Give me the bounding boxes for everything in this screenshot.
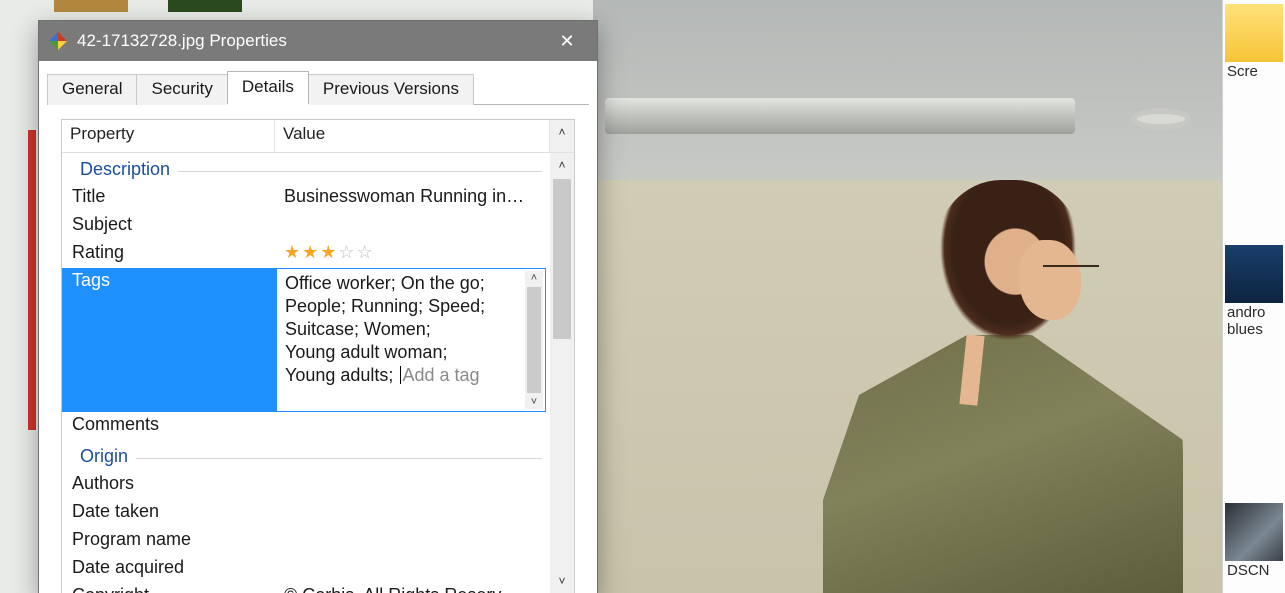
folder-thumbnail[interactable] [1225, 4, 1283, 62]
chevron-down-icon: ˅ [558, 574, 565, 588]
chevron-down-icon: ˅ [525, 395, 543, 409]
explorer-thumbnail[interactable] [168, 0, 242, 12]
section-label: Description [80, 159, 170, 180]
property-value[interactable] [276, 527, 550, 555]
explorer-right-panel: Scre andro blues DSCN [1222, 0, 1285, 593]
tags-scrollbar[interactable]: ˄ ˅ [525, 271, 543, 409]
row-copyright[interactable]: Copyright © Corbis. All Rights Reserv… [62, 583, 550, 593]
section-label: Origin [80, 446, 128, 467]
section-description: Description [62, 153, 550, 184]
property-label: Subject [62, 212, 276, 240]
column-header-property[interactable]: Property [62, 120, 275, 152]
explorer-thumbnail-row [54, 0, 314, 18]
left-window-edge [28, 130, 36, 430]
tags-placeholder: Add a tag [402, 365, 479, 385]
titlebar[interactable]: 42-17132728.jpg Properties ✕ [39, 21, 597, 61]
details-grid: Property Value ˄ ˄ ˅ Description [61, 119, 575, 593]
tags-scroll-thumb[interactable] [527, 287, 541, 393]
property-label: Rating [62, 240, 276, 268]
row-subject[interactable]: Subject [62, 212, 550, 240]
window-title: 42-17132728.jpg Properties [77, 31, 545, 51]
section-origin: Origin [62, 440, 550, 471]
row-program-name[interactable]: Program name [62, 527, 550, 555]
grid-scrollbar[interactable]: ˄ ˅ [550, 153, 574, 593]
row-date-acquired[interactable]: Date acquired [62, 555, 550, 583]
thumbnail-label: Scre [1227, 64, 1285, 81]
close-icon: ✕ [559, 31, 574, 52]
chevron-up-icon: ˄ [525, 271, 543, 285]
tab-details[interactable]: Details [227, 71, 309, 104]
photo-preview [593, 0, 1223, 593]
property-label: Authors [62, 471, 276, 499]
property-label: Copyright [62, 583, 276, 593]
chevron-up-icon: ˄ [558, 125, 565, 139]
scroll-thumb[interactable] [553, 179, 571, 339]
chevron-up-icon: ˄ [558, 158, 565, 172]
property-label: Title [62, 184, 276, 212]
thumbnail-label: andro blues [1227, 305, 1285, 338]
image-thumbnail[interactable] [1225, 503, 1283, 561]
property-value[interactable] [276, 499, 550, 527]
tabstrip: General Security Details Previous Versio… [39, 61, 597, 104]
image-thumbnail[interactable] [1225, 245, 1283, 303]
property-value[interactable] [276, 412, 550, 440]
section-divider [136, 458, 542, 459]
row-authors[interactable]: Authors [62, 471, 550, 499]
row-comments[interactable]: Comments [62, 412, 550, 440]
rating-stars[interactable]: ★★★☆☆ [276, 240, 550, 268]
section-divider [178, 171, 542, 172]
property-value[interactable] [276, 212, 550, 240]
property-value[interactable]: © Corbis. All Rights Reserv… [276, 583, 550, 593]
column-header-value[interactable]: Value [275, 120, 550, 152]
close-button[interactable]: ✕ [545, 21, 589, 61]
tab-general[interactable]: General [47, 74, 137, 105]
property-label: Comments [62, 412, 276, 440]
row-date-taken[interactable]: Date taken [62, 499, 550, 527]
tab-previous-versions[interactable]: Previous Versions [308, 74, 474, 105]
scroll-up-button[interactable]: ˄ [550, 153, 574, 177]
row-rating[interactable]: Rating ★★★☆☆ [62, 240, 550, 268]
tab-security[interactable]: Security [136, 74, 227, 105]
file-properties-dialog: 42-17132728.jpg Properties ✕ General Sec… [38, 20, 598, 593]
thumbnail-label: DSCN [1227, 563, 1285, 580]
property-label: Date taken [62, 499, 276, 527]
tags-input[interactable]: Office worker; On the go;People; Running… [276, 268, 546, 412]
scroll-down-button[interactable]: ˅ [550, 569, 574, 593]
property-label: Tags [62, 268, 276, 412]
row-title[interactable]: Title Businesswoman Running in… [62, 184, 550, 212]
explorer-thumbnail[interactable] [54, 0, 128, 12]
scroll-up-button[interactable]: ˄ [550, 120, 574, 144]
property-value[interactable] [276, 555, 550, 583]
property-value[interactable]: Businesswoman Running in… [276, 184, 550, 212]
property-label: Date acquired [62, 555, 276, 583]
grid-header: Property Value ˄ [62, 120, 574, 153]
property-label: Program name [62, 527, 276, 555]
app-icon [49, 32, 67, 50]
row-tags[interactable]: Tags Office worker; On the go;People; Ru… [62, 268, 550, 412]
property-value[interactable] [276, 471, 550, 499]
